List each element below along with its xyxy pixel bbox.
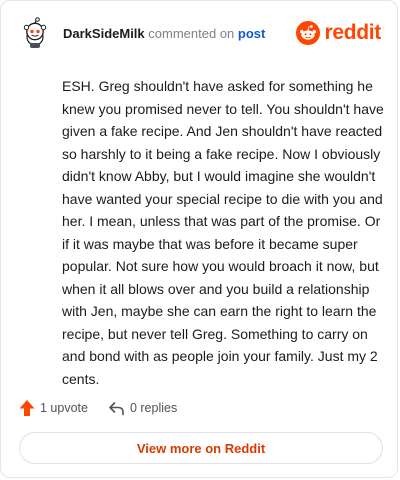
comment-embed-card: DarkSideMilk commented on post reddit ES… — [0, 0, 398, 478]
comment-byline: DarkSideMilk commented on post — [63, 26, 265, 42]
reddit-wordmark: reddit — [324, 21, 381, 44]
username-link[interactable]: DarkSideMilk — [63, 26, 145, 41]
comment-body: ESH. Greg shouldn't have asked for somet… — [62, 78, 384, 387]
replies-count: 0 replies — [129, 401, 178, 415]
post-link[interactable]: post — [238, 26, 265, 41]
upvote-button[interactable]: 1 upvote — [19, 399, 88, 417]
comment-header: DarkSideMilk commented on post reddit — [19, 17, 381, 51]
upvote-count: 1 upvote — [40, 401, 88, 415]
snoo-avatar-icon — [19, 17, 51, 49]
reddit-logo[interactable]: reddit — [296, 21, 381, 45]
comment-actions: 1 upvote 0 replies — [19, 399, 197, 417]
comment-action-text: commented on — [148, 26, 235, 41]
reddit-logo-icon — [296, 21, 321, 45]
view-more-button[interactable]: View more on Reddit — [19, 432, 383, 464]
replies-button[interactable]: 0 replies — [108, 401, 177, 416]
reply-arrow-icon — [109, 401, 124, 415]
user-avatar[interactable] — [19, 17, 51, 49]
upvote-arrow-icon — [19, 400, 35, 416]
